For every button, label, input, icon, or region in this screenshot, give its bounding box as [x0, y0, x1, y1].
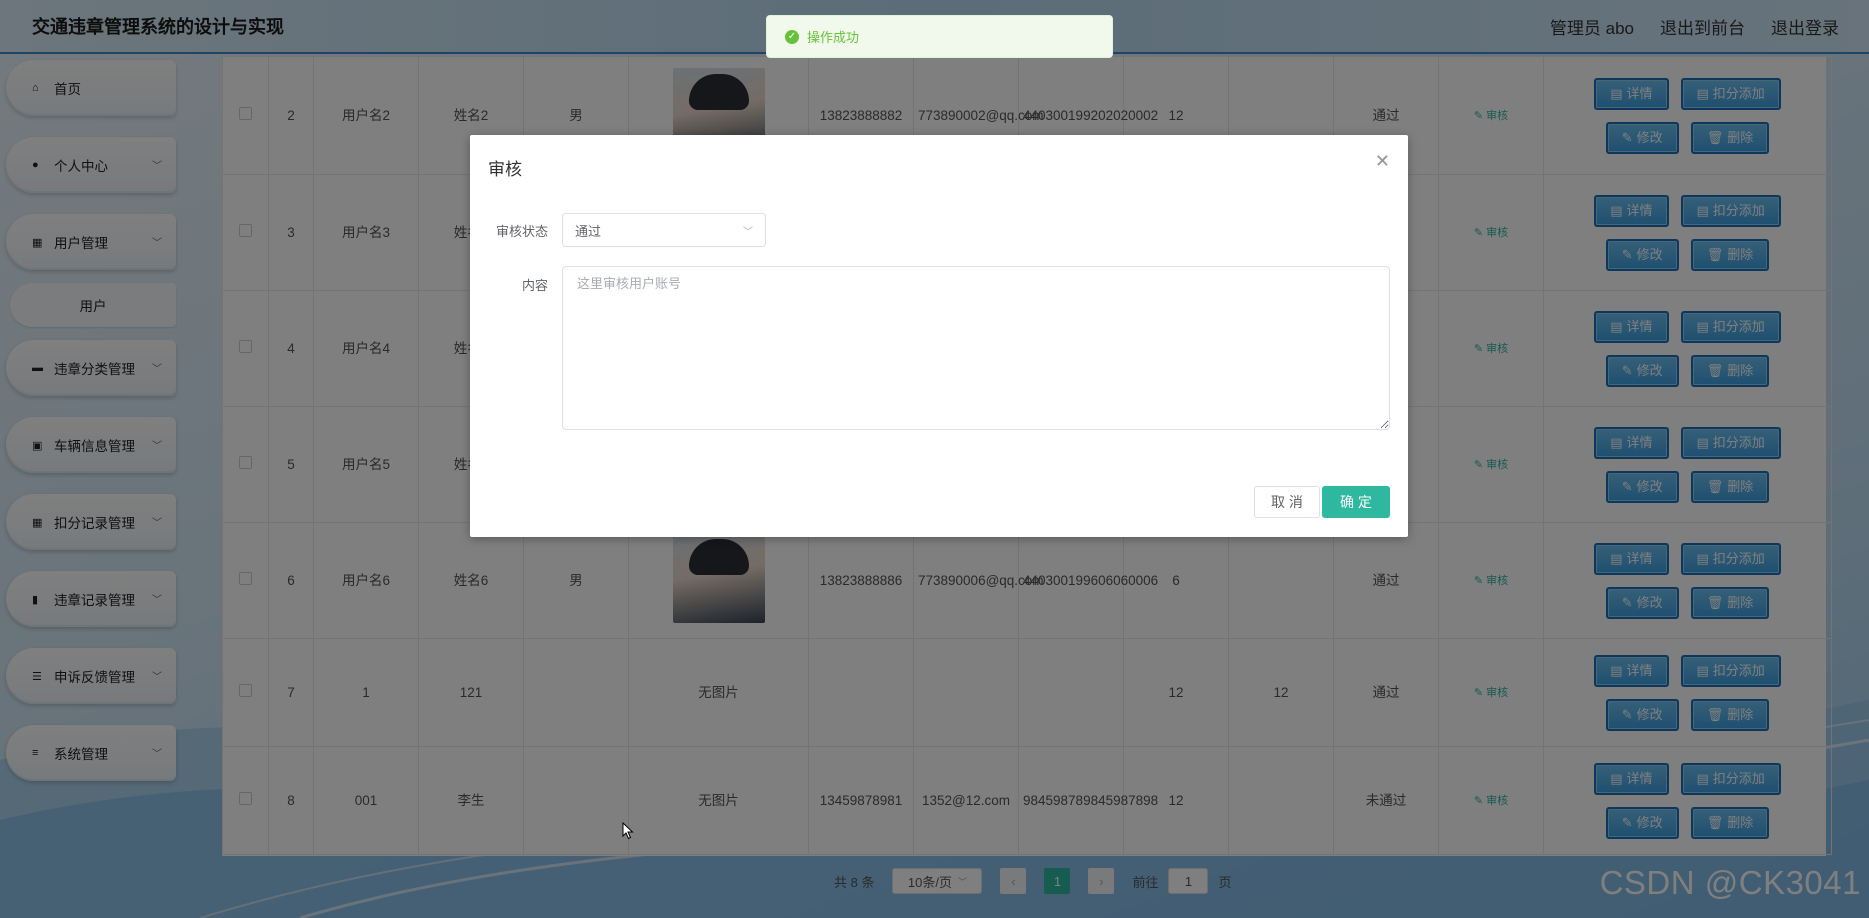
success-toast: ✓ 操作成功 [766, 15, 1113, 58]
cancel-button[interactable]: 取 消 [1254, 486, 1320, 518]
check-circle-icon: ✓ [785, 29, 799, 44]
confirm-button[interactable]: 确 定 [1322, 486, 1390, 518]
toast-message: 操作成功 [807, 30, 860, 45]
content-label: 内容 [521, 278, 548, 293]
chevron-down-icon: ﹀ [743, 226, 753, 238]
audit-dialog: 审核 ✕ 审核状态 通过 ﹀ 内容 取 消 确 定 [470, 135, 1408, 537]
dialog-title: 审核 [488, 160, 522, 179]
status-label: 审核状态 [495, 224, 548, 239]
audit-content-textarea[interactable] [562, 266, 1390, 430]
audit-status-select[interactable]: 通过 ﹀ [562, 213, 766, 247]
close-icon[interactable]: ✕ [1375, 151, 1390, 172]
audit-status-value: 通过 [575, 223, 602, 239]
mouse-cursor-icon [622, 822, 634, 840]
